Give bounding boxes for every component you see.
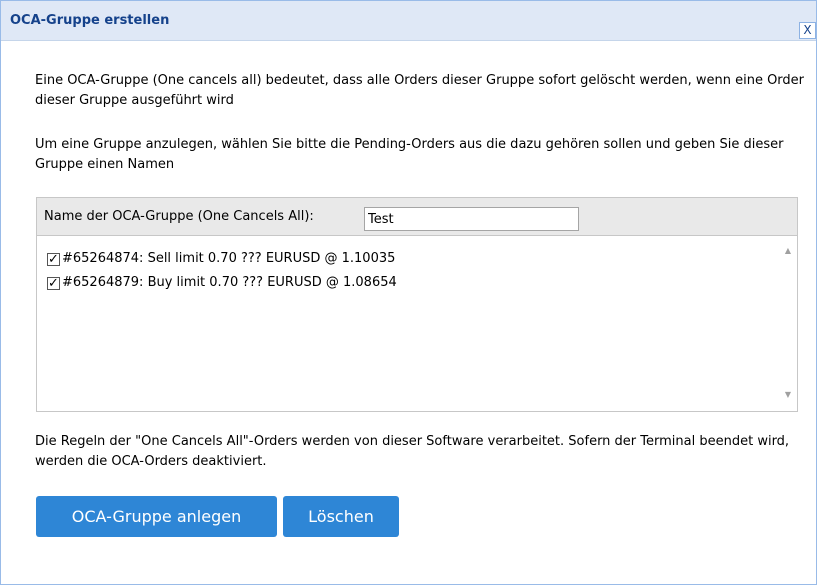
scroll-down-icon[interactable]: ▼ (779, 387, 797, 403)
instructions-text: Um eine Gruppe anzulegen, wählen Sie bit… (35, 137, 784, 172)
order-list-scrollbar[interactable]: ▲ ▼ (779, 237, 797, 411)
close-icon[interactable]: X (799, 22, 816, 39)
order-checkbox[interactable]: ✓ (47, 276, 60, 290)
group-name-label: Name der OCA-Gruppe (One Cancels All): (44, 209, 314, 224)
order-checkbox[interactable]: ✓ (47, 252, 60, 266)
scroll-up-icon[interactable]: ▲ (779, 243, 797, 259)
group-panel: Name der OCA-Gruppe (One Cancels All): ✓… (36, 197, 798, 412)
list-item[interactable]: ✓ #65264874: Sell limit 0.70 ??? EURUSD … (47, 249, 395, 269)
order-label: #65264879: Buy limit 0.70 ??? EURUSD @ 1… (62, 275, 397, 290)
delete-button[interactable]: Löschen (283, 496, 399, 537)
oca-dialog: OCA-Gruppe erstellen X Eine OCA-Gruppe (… (0, 0, 817, 585)
group-name-input[interactable] (364, 207, 579, 231)
list-item[interactable]: ✓ #65264879: Buy limit 0.70 ??? EURUSD @… (47, 273, 397, 293)
order-list: ✓ #65264874: Sell limit 0.70 ??? EURUSD … (37, 237, 797, 411)
group-name-row: Name der OCA-Gruppe (One Cancels All): (37, 198, 797, 236)
dialog-titlebar: OCA-Gruppe erstellen X (1, 1, 816, 41)
rules-text: Die Regeln der "One Cancels All"-Orders … (35, 434, 790, 469)
intro-text: Eine OCA-Gruppe (One cancels all) bedeut… (35, 73, 805, 108)
order-label: #65264874: Sell limit 0.70 ??? EURUSD @ … (62, 251, 396, 266)
create-group-button[interactable]: OCA-Gruppe anlegen (36, 496, 277, 537)
dialog-title: OCA-Gruppe erstellen (10, 13, 170, 28)
